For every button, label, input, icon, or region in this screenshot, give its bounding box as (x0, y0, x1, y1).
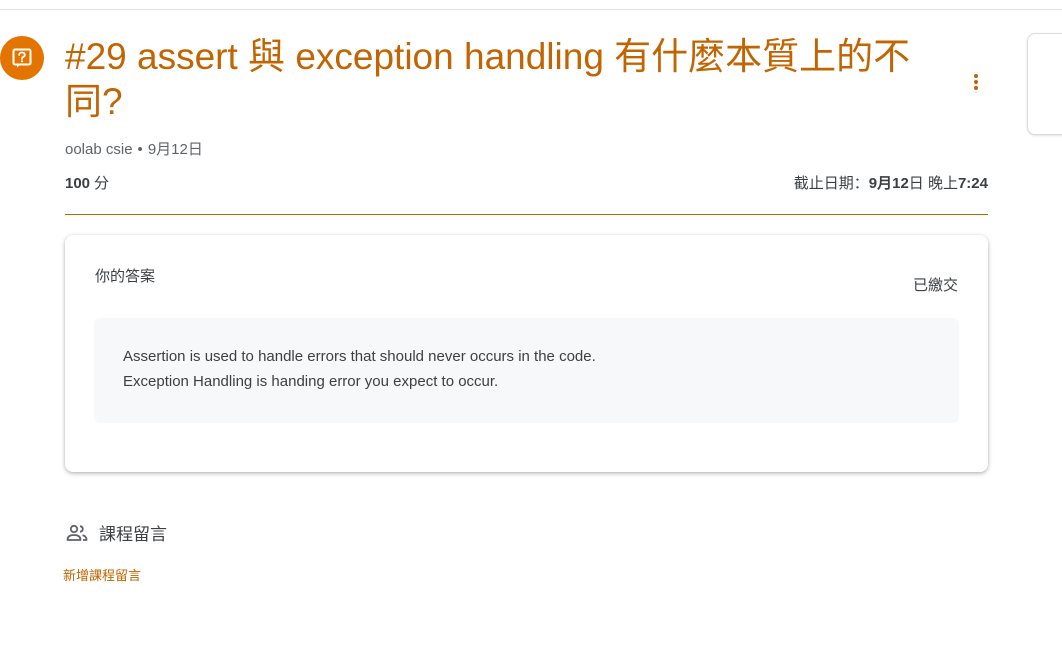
due-month: 9月 (868, 175, 893, 192)
points-value: 100 (65, 175, 91, 192)
more-options-button[interactable] (962, 68, 990, 96)
your-work-heading: 你的答案 (95, 268, 156, 285)
class-comments-title: 課程留言 (99, 525, 167, 544)
your-work-card: 你的答案 已繳交 Assertion is used to handle err… (65, 235, 988, 472)
assignment-page: #29 assert 與 exception handling 有什麼本質上的不… (0, 0, 1062, 659)
add-class-comment-link[interactable]: 新增課程留言 (63, 565, 141, 584)
posted-date: 9月12日 (147, 141, 203, 158)
points-unit: 分 (94, 175, 110, 192)
author-name: oolab csie (65, 141, 133, 158)
class-comments-header: 課程留言 (65, 520, 167, 545)
due-day: 12 (892, 175, 909, 192)
assignment-meta: oolab csie • 9月12日 (65, 138, 203, 159)
answer-line: Exception Handling is handing error you … (123, 373, 499, 390)
answer-box: Assertion is used to handle errors that … (94, 318, 959, 423)
answer-line: Assertion is used to handle errors that … (123, 348, 596, 365)
submission-status: 已繳交 (912, 277, 958, 294)
question-assignment-icon (0, 36, 44, 80)
meta-separator: • (137, 141, 143, 158)
side-work-card[interactable] (1027, 33, 1062, 135)
title-divider (65, 214, 988, 215)
due-date: 截止日期：9月12日 晚上7:24 (794, 172, 988, 193)
points: 100 分 (65, 172, 109, 193)
people-icon (66, 524, 88, 541)
due-time: 7:24 (957, 175, 988, 192)
due-label: 截止日期： (793, 175, 869, 192)
top-divider (0, 9, 1062, 10)
due-day-suffix: 日 晚上 (908, 175, 958, 192)
more-vert-icon (974, 74, 978, 90)
assignment-title: #29 assert 與 exception handling 有什麼本質上的不… (65, 36, 911, 122)
